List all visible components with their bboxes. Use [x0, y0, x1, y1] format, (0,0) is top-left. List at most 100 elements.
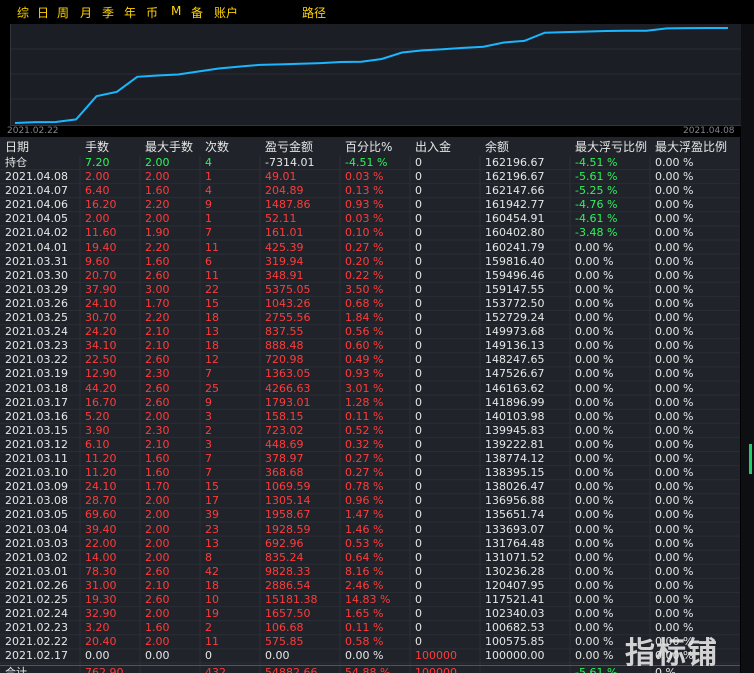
table-row-cell-2: 1.70: [145, 480, 170, 494]
table-row-cell-6: 0: [415, 480, 422, 494]
menu-item-2[interactable]: 周: [57, 4, 69, 21]
table-row-cell-1: 39.40: [85, 522, 117, 536]
table-row-cell-0: 2021.03.18: [5, 381, 68, 395]
table-row-cell-1: 30.70: [85, 311, 117, 324]
table-row-cell-6: 0: [415, 621, 422, 635]
table-row-cell-1: 20.40: [85, 635, 117, 649]
menu-item-9[interactable]: 账户: [214, 4, 238, 21]
column-header-9[interactable]: 最大浮盈比例: [655, 140, 727, 154]
table-row-cell-3: 3: [205, 409, 212, 423]
table-row-cell-7: 100682.53: [485, 621, 545, 635]
holding-row-cell-0: 持仓: [5, 156, 27, 169]
table-row-cell-0: 2021.02.24: [5, 607, 68, 621]
table-row-cell-5: 0.03 %: [345, 170, 384, 183]
column-header-5[interactable]: 百分比%: [345, 140, 392, 154]
table-row-cell-7: 160402.80: [485, 226, 545, 240]
total-row-cell-4: 54882.66: [265, 665, 318, 673]
table-row-cell-8: 0.00 %: [575, 437, 614, 451]
table-row-cell-7: 153772.50: [485, 296, 545, 310]
table-row-cell-6: 0: [415, 170, 422, 183]
column-header-0[interactable]: 日期: [5, 140, 29, 154]
menu-item-6[interactable]: 币: [146, 4, 158, 21]
table-row-cell-0: 2021.04.02: [5, 226, 68, 240]
top-menu-bar: 综日周月季年币 M 备账户 路径: [0, 0, 754, 24]
menu-item-4[interactable]: 季: [102, 4, 114, 21]
table-row-cell-6: 0: [415, 282, 422, 296]
table-row-cell-3: 7: [205, 452, 212, 465]
table-row-cell-9: 0.00 %: [655, 240, 694, 254]
table-row-cell-7: 138774.12: [485, 452, 545, 465]
column-header-6[interactable]: 出入金: [415, 140, 451, 154]
table-row-cell-4: 1958.67: [265, 508, 311, 522]
table-row-cell-3: 15: [205, 480, 219, 494]
table-row-cell-4: 106.68: [265, 621, 304, 635]
table-row-cell-1: 24.10: [85, 480, 117, 494]
menu-item-0[interactable]: 综: [17, 4, 29, 21]
menu-item-1[interactable]: 日: [37, 4, 49, 21]
table-row-cell-3: 18: [205, 578, 219, 592]
table-row: 2021.03.02 14.00 2.00 8 835.24 0.64 % 0 131071.…: [0, 551, 740, 565]
table-row-cell-8: 0.00 %: [575, 649, 614, 663]
column-header-7[interactable]: 余额: [485, 140, 509, 154]
column-header-2[interactable]: 最大手数: [145, 140, 193, 154]
table-row-cell-8: 0.00 %: [575, 353, 614, 367]
table-row-cell-8: 0.00 %: [575, 254, 614, 268]
menu-item-7[interactable]: M: [171, 4, 181, 18]
table-row-cell-1: 16.20: [85, 198, 117, 212]
table-row-cell-1: 34.10: [85, 339, 117, 353]
table-row-cell-1: 24.20: [85, 325, 117, 339]
table-row-cell-3: 1: [205, 170, 212, 183]
menu-item-10[interactable]: 路径: [302, 4, 326, 21]
table-row-cell-7: 135651.74: [485, 508, 545, 522]
table-row: 2021.03.10 11.20 1.60 7 368.68 0.27 % 0 138395.…: [0, 466, 740, 480]
table-row-cell-0: 2021.02.26: [5, 578, 68, 592]
column-header-1[interactable]: 手数: [85, 140, 109, 154]
table-row-cell-8: 0.00 %: [575, 550, 614, 564]
menu-item-5[interactable]: 年: [124, 4, 136, 21]
table-row-cell-0: 2021.03.24: [5, 325, 68, 339]
menu-item-3[interactable]: 月: [80, 4, 92, 21]
table-row-cell-9: 0.00 %: [655, 254, 694, 268]
table-row-cell-6: 0: [415, 254, 422, 268]
table-row-cell-4: 319.94: [265, 254, 304, 268]
scrollbar-thumb[interactable]: [749, 444, 752, 474]
table-row-cell-5: 0.93 %: [345, 367, 384, 381]
table-row-cell-0: 2021.03.04: [5, 522, 68, 536]
table-row-cell-1: 5.20: [85, 409, 110, 423]
table-row-cell-6: 0: [415, 381, 422, 395]
table-row-cell-9: 0.00 %: [655, 339, 694, 353]
table-row-cell-1: 12.90: [85, 367, 117, 381]
holding-row-cell-2: 2.00: [145, 156, 170, 169]
table-row-cell-6: 0: [415, 240, 422, 254]
menu-item-8[interactable]: 备: [191, 4, 203, 21]
table-row-cell-8: 0.00 %: [575, 621, 614, 635]
total-row-cell-8: -5.61 %: [575, 665, 618, 673]
table-row-cell-5: 0.00 %: [345, 649, 384, 663]
total-row-cell-5: 54.88 %: [345, 665, 391, 673]
table-row-cell-8: -5.61 %: [575, 170, 618, 183]
table-row-cell-7: 136956.88: [485, 494, 545, 508]
table-row-cell-0: 2021.03.03: [5, 536, 68, 550]
column-header-4[interactable]: 盈亏金额: [265, 140, 313, 154]
table-row-cell-8: 0.00 %: [575, 296, 614, 310]
table-row-cell-4: 1305.14: [265, 494, 311, 508]
table-row: 2021.04.02 11.60 1.90 7 161.01 0.10 % 0 160402.…: [0, 226, 740, 240]
table-row-cell-2: 2.10: [145, 325, 170, 339]
column-header-3[interactable]: 次数: [205, 140, 229, 154]
table-row-cell-9: 0.00 %: [655, 550, 694, 564]
table-row-cell-2: 2.30: [145, 367, 170, 381]
table-row-cell-6: 0: [415, 184, 422, 198]
holding-row: 持仓 7.20 2.00 4 -7314.01 -4.51 % 0 162196.67 -4.5…: [0, 156, 740, 170]
table-row-cell-6: 0: [415, 550, 422, 564]
table-row-cell-1: 31.00: [85, 578, 117, 592]
table-row-cell-3: 13: [205, 325, 219, 339]
table-row-cell-3: 2: [205, 423, 212, 437]
table-row-cell-0: 2021.03.16: [5, 409, 68, 423]
table-row-cell-1: 37.90: [85, 282, 117, 296]
vertical-scrollbar[interactable]: [741, 24, 754, 673]
table-row-cell-6: 0: [415, 466, 422, 480]
table-row-cell-6: 0: [415, 395, 422, 409]
table-row-cell-3: 0: [205, 649, 212, 663]
column-header-8[interactable]: 最大浮亏比例: [575, 140, 647, 154]
table-row-cell-5: 1.47 %: [345, 508, 384, 522]
